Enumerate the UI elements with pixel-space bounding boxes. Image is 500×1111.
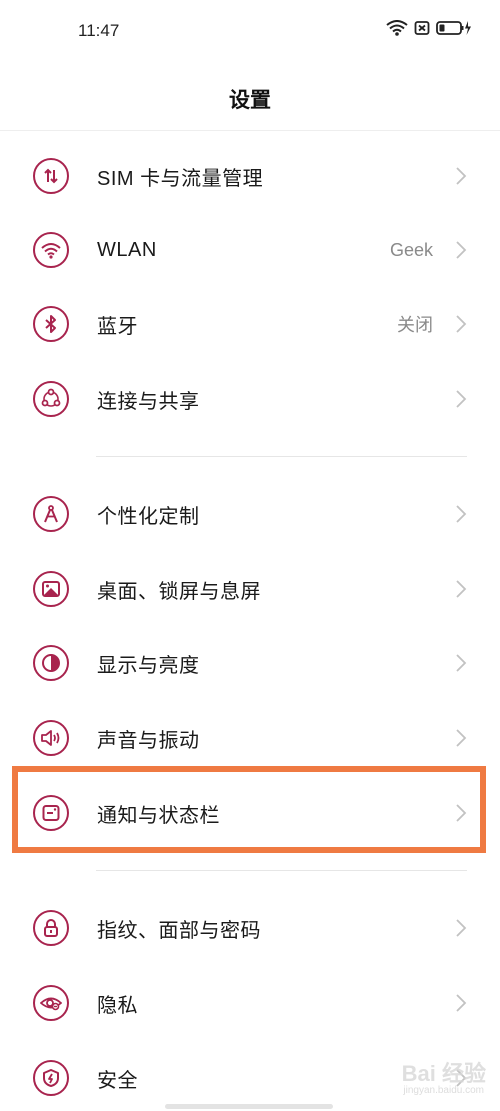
- settings-row-privacy[interactable]: 隐私: [0, 966, 500, 1040]
- wallpaper-icon: [33, 571, 69, 607]
- settings-row-bluetooth[interactable]: 蓝牙 关闭: [0, 287, 500, 361]
- row-value: 关闭: [397, 315, 433, 335]
- status-icons: [386, 20, 472, 36]
- row-label: 个性化定制: [97, 505, 200, 528]
- row-label: 显示与亮度: [97, 654, 200, 677]
- chevron-right-icon: [456, 505, 467, 523]
- page-title: 设置: [229, 89, 271, 112]
- settings-row-fingerprint-face-password[interactable]: 指纹、面部与密码: [0, 891, 500, 965]
- row-label: 声音与振动: [97, 729, 200, 752]
- chevron-right-icon: [456, 654, 467, 672]
- watermark: Bai 经验: [401, 1061, 486, 1086]
- settings-row-sim[interactable]: SIM 卡与流量管理: [0, 139, 500, 213]
- section-divider: [96, 456, 467, 457]
- home-indicator[interactable]: [165, 1104, 333, 1109]
- chevron-right-icon: [456, 729, 467, 747]
- chevron-right-icon: [456, 390, 467, 408]
- row-value: Geek: [389, 239, 433, 260]
- chevron-right-icon: [456, 167, 467, 185]
- settings-row-display-brightness[interactable]: 显示与亮度: [0, 626, 500, 700]
- settings-row-connection-sharing[interactable]: 连接与共享: [0, 362, 500, 436]
- highlight-box: [12, 766, 486, 853]
- title-divider: [0, 130, 500, 131]
- chevron-right-icon: [456, 580, 467, 598]
- row-label: 安全: [97, 1069, 138, 1092]
- wifi-icon: [386, 20, 408, 36]
- battery-charging-icon: [436, 20, 472, 36]
- settings-row-personalization[interactable]: 个性化定制: [0, 477, 500, 551]
- security-shield-icon: [33, 1060, 69, 1096]
- row-label: 隐私: [97, 994, 138, 1017]
- sim-absent-icon: [414, 20, 430, 36]
- row-label: 指纹、面部与密码: [97, 919, 261, 942]
- row-label: 桌面、锁屏与息屏: [97, 580, 261, 603]
- row-label: WLAN: [97, 238, 157, 261]
- row-label: SIM 卡与流量管理: [97, 167, 264, 190]
- lock-icon: [33, 910, 69, 946]
- chevron-right-icon: [456, 919, 467, 937]
- section-divider: [96, 870, 467, 871]
- settings-row-desktop-lockscreen[interactable]: 桌面、锁屏与息屏: [0, 552, 500, 626]
- brightness-icon: [33, 645, 69, 681]
- settings-row-sound-vibration[interactable]: 声音与振动: [0, 701, 500, 775]
- sim-data-icon: [33, 158, 69, 194]
- compass-icon: [33, 496, 69, 532]
- wifi-icon: [33, 232, 69, 268]
- settings-row-wlan[interactable]: WLAN Geek: [0, 213, 500, 287]
- chevron-right-icon: [456, 994, 467, 1012]
- row-label: 连接与共享: [97, 390, 200, 413]
- bluetooth-icon: [33, 306, 69, 342]
- share-icon: [33, 381, 69, 417]
- status-time: 11:47: [78, 21, 120, 40]
- privacy-eye-icon: [33, 985, 69, 1021]
- row-label: 蓝牙: [97, 315, 138, 338]
- watermark-url: jingyan.baidu.com: [403, 1085, 484, 1096]
- chevron-right-icon: [456, 241, 467, 259]
- chevron-right-icon: [456, 315, 467, 333]
- status-bar: 11:47: [0, 0, 500, 62]
- speaker-icon: [33, 720, 69, 756]
